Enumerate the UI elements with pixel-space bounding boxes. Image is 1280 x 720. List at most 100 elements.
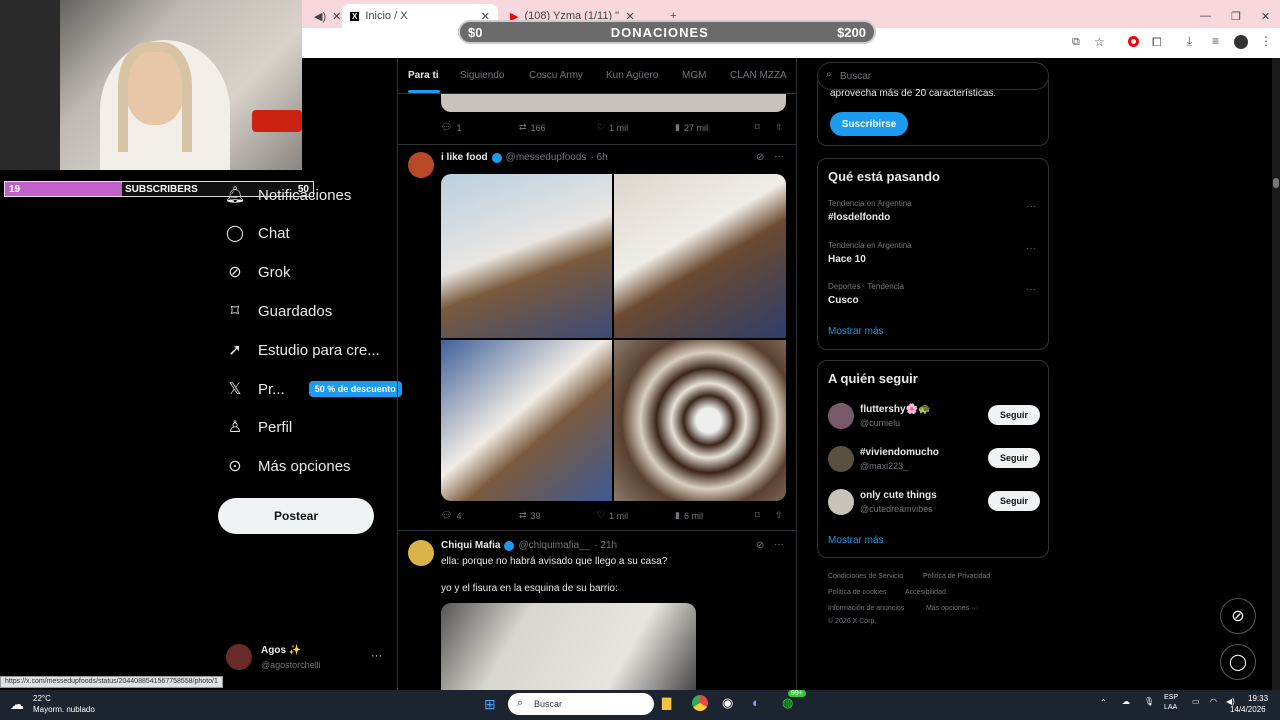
share-button[interactable]: ⇧: [775, 510, 783, 521]
maximize-icon[interactable]: ❐: [1231, 10, 1241, 23]
tab-following[interactable]: Siguiendo: [460, 70, 504, 81]
clock-time[interactable]: 19:33: [1248, 694, 1268, 703]
language-layout[interactable]: LAA: [1164, 704, 1177, 711]
profile-avatar[interactable]: [1234, 35, 1248, 49]
tweet-photo[interactable]: [441, 603, 696, 690]
grok-icon[interactable]: ⊘: [756, 540, 764, 551]
discord-icon[interactable]: ◐: [752, 695, 760, 710]
footer-link[interactable]: Condiciones de Servicio: [828, 573, 903, 580]
author-name[interactable]: Chiqui Mafia: [441, 540, 500, 551]
trend-item[interactable]: Tendencia en Argentina Hace 10 ···: [818, 239, 1048, 273]
chrome-icon[interactable]: [692, 695, 708, 711]
reply-button[interactable]: 💬︎ 1: [441, 122, 461, 133]
bookmark-button[interactable]: ⌑: [755, 122, 760, 133]
trend-item[interactable]: Deportes · Tendencia Cusco ···: [818, 280, 1048, 314]
follow-button[interactable]: Seguir: [988, 491, 1040, 511]
share-button[interactable]: ⇧: [775, 122, 783, 133]
like-button[interactable]: ♡ 1 mil: [597, 122, 628, 133]
scrollbar[interactable]: [1272, 58, 1280, 690]
display-icon[interactable]: ▭: [1192, 697, 1200, 706]
weather-icon[interactable]: ☁: [10, 696, 24, 713]
mic-icon[interactable]: 🎙︎: [1144, 697, 1154, 706]
tweet-photo[interactable]: [614, 174, 786, 338]
grok-icon[interactable]: ⊘: [756, 152, 764, 163]
more-icon[interactable]: ···: [774, 151, 784, 162]
chevron-up-icon[interactable]: ⌃: [1100, 698, 1107, 707]
extensions-icon[interactable]: ⧠: [1152, 35, 1162, 50]
more-icon[interactable]: ···: [1026, 243, 1036, 254]
more-icon[interactable]: ···: [1026, 201, 1036, 212]
obs-icon[interactable]: ◉: [722, 695, 733, 711]
previous-tweet-image[interactable]: [441, 94, 786, 112]
follow-suggestion[interactable]: fluttershy🌸🐢 @cumielu Seguir: [818, 401, 1048, 433]
footer-link[interactable]: Política de Privacidad: [923, 573, 990, 580]
footer-link[interactable]: Política de cookies: [828, 589, 886, 596]
download-icon[interactable]: ⤓: [1187, 34, 1192, 49]
subscribe-button[interactable]: Suscribirse: [830, 112, 908, 136]
account-switcher[interactable]: Agos ✨ @agostorchelli ···: [226, 644, 390, 674]
nav-creator-studio[interactable]: ➚ Estudio para cre...: [226, 341, 379, 360]
more-icon[interactable]: ···: [774, 539, 784, 550]
tab-for-you[interactable]: Para ti: [408, 70, 439, 81]
follow-suggestion[interactable]: only cute things @cutedreamvibes Seguir: [818, 487, 1048, 519]
footer-link[interactable]: Más opciones ···: [926, 605, 978, 612]
wifi-icon[interactable]: ◠: [1210, 697, 1217, 706]
tweet-photo[interactable]: [441, 174, 612, 338]
tweet-photo[interactable]: [614, 340, 786, 501]
playlist-icon[interactable]: ≡: [1212, 34, 1219, 48]
nav-notifications[interactable]: 🔔︎ Notificaciones: [225, 186, 352, 205]
avatar[interactable]: [408, 152, 434, 178]
scrollbar-thumb[interactable]: [1273, 178, 1279, 188]
network-icon[interactable]: ☁: [1122, 697, 1130, 706]
nav-grok[interactable]: ⊘ Grok: [226, 263, 290, 282]
trend-item[interactable]: Tendencia en Argentina #losdelfondo ···: [818, 197, 1048, 231]
messages-float-button[interactable]: ◯: [1220, 644, 1256, 680]
repost-button[interactable]: ⇄ 39: [519, 510, 541, 521]
clock-date[interactable]: 14/4/2026: [1230, 705, 1266, 714]
menu-icon[interactable]: ⋮: [1260, 34, 1272, 48]
like-count: 1 mil: [609, 122, 629, 133]
nav-bookmarks[interactable]: ⌑ Guardados: [226, 302, 332, 321]
author-handle[interactable]: @messedupfoods: [506, 152, 587, 163]
views-button[interactable]: ▮ 27 mil: [675, 122, 708, 133]
follow-suggestion[interactable]: #viviendomucho @maxi223_ Seguir: [818, 444, 1048, 476]
footer-link[interactable]: Información de anuncios: [828, 605, 904, 612]
views-button[interactable]: ▮ 6 mil: [675, 510, 703, 521]
windows-start-icon[interactable]: ⊞: [484, 696, 496, 713]
author-handle[interactable]: @chiquimafia__: [518, 540, 590, 551]
star-icon[interactable]: ☆: [1094, 35, 1105, 49]
screenshot-icon[interactable]: ⧉: [1072, 36, 1080, 49]
tab-coscu-army[interactable]: Coscu Army: [529, 70, 583, 81]
like-button[interactable]: ♡ 1 mil: [597, 510, 628, 521]
show-more-link[interactable]: Mostrar más: [828, 326, 884, 337]
author-name[interactable]: i like food: [441, 152, 488, 163]
nav-premium[interactable]: 𝕏 Pr... 50 % de descuento: [226, 380, 402, 398]
avatar[interactable]: [408, 540, 434, 566]
grok-float-button[interactable]: ⊘: [1220, 598, 1256, 634]
opera-icon[interactable]: [1128, 36, 1139, 47]
footer-link[interactable]: Accesibilidad: [905, 589, 946, 596]
tweet-photo[interactable]: [441, 340, 612, 501]
nav-more-options[interactable]: ⊙ Más opciones: [226, 457, 350, 476]
whatsapp-icon[interactable]: ◍: [782, 695, 793, 711]
nav-profile[interactable]: ♙ Perfil: [226, 418, 292, 437]
show-more-link[interactable]: Mostrar más: [828, 535, 884, 546]
tab-kun-aguero[interactable]: Kun Agüero: [606, 70, 658, 81]
more-icon[interactable]: ···: [1026, 284, 1036, 295]
tab-clan-mzza[interactable]: CLAN MZZA: [730, 70, 787, 81]
close-window-icon[interactable]: ✕: [1261, 10, 1270, 23]
post-button[interactable]: Postear: [218, 498, 374, 534]
folder-icon[interactable]: ▇: [662, 696, 671, 710]
nav-chat[interactable]: ◯ Chat: [226, 224, 290, 243]
bookmark-button[interactable]: ⌑: [755, 510, 760, 521]
repost-button[interactable]: ⇄ 166: [519, 122, 546, 133]
minimize-icon[interactable]: —: [1200, 10, 1211, 22]
close-icon[interactable]: ✕: [332, 10, 341, 23]
follow-button[interactable]: Seguir: [988, 448, 1040, 468]
reply-button[interactable]: 💬︎ 4: [441, 510, 461, 521]
more-icon[interactable]: ···: [371, 650, 382, 662]
taskbar-search[interactable]: ⌕ Buscar: [508, 693, 654, 715]
tab-mgm[interactable]: MGM: [682, 70, 706, 81]
language-code[interactable]: ESP: [1164, 694, 1178, 701]
follow-button[interactable]: Seguir: [988, 405, 1040, 425]
